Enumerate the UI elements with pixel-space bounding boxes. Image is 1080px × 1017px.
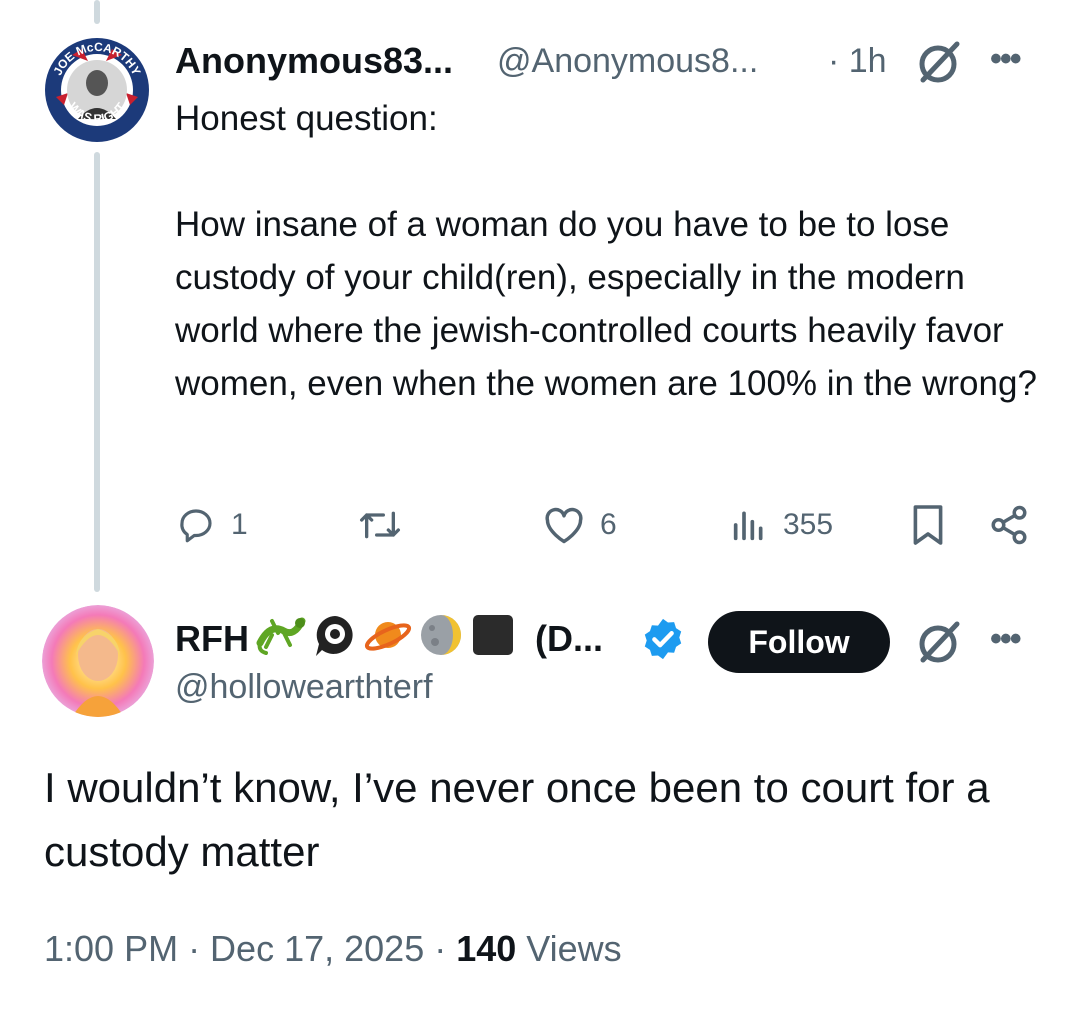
retweet-button[interactable] [356, 500, 404, 550]
reply-button[interactable]: 1 [175, 500, 248, 550]
more-icon[interactable]: ••• [990, 620, 1022, 659]
name-emoji-row [256, 612, 516, 662]
like-button[interactable]: 6 [542, 500, 617, 550]
view-count: 355 [783, 508, 834, 541]
analytics-icon [729, 505, 769, 545]
reply-display-name[interactable]: RFH [175, 618, 249, 660]
thread-line [94, 0, 100, 24]
reply-metadata: 1:00 PM · Dec 17, 2025 · 140 Views [44, 928, 622, 970]
timestamp[interactable]: · 1h [828, 42, 887, 81]
reply-count: 1 [231, 508, 248, 541]
heart-icon [542, 504, 586, 546]
share-button[interactable] [988, 500, 1030, 550]
handle[interactable]: @Anonymous8... [497, 42, 758, 81]
speech-eye-icon [312, 612, 358, 663]
moon-icon [418, 612, 464, 663]
display-name[interactable]: Anonymous83... [175, 40, 453, 82]
reply-handle[interactable]: @hollowearthterf [175, 668, 433, 707]
avatar[interactable] [42, 605, 154, 717]
grok-icon[interactable] [915, 40, 965, 86]
like-count: 6 [600, 508, 617, 541]
reply-views-count[interactable]: 140 [456, 928, 516, 969]
ringed-planet-icon [364, 613, 412, 662]
thread-connector [94, 152, 100, 592]
reply-views-label: Views [516, 928, 622, 969]
tweet-body: How insane of a woman do you have to be … [175, 205, 1037, 403]
reply-body: I wouldn’t know, I’ve never once been to… [44, 764, 990, 875]
bookmark-button[interactable] [910, 500, 946, 550]
verified-badge-icon[interactable] [640, 616, 686, 662]
reply-name-suffix[interactable]: (D... [535, 618, 603, 660]
bookmark-icon [910, 503, 946, 547]
comment-icon [175, 504, 217, 546]
share-icon [988, 504, 1030, 546]
views-button[interactable]: 355 [729, 500, 833, 550]
black-square-icon [470, 612, 516, 663]
avatar[interactable]: JOE McCARTHY WAS RIGHT [42, 35, 152, 145]
tweet-intro: Honest question: [175, 99, 438, 138]
reply-timestamp[interactable]: 1:00 PM · Dec 17, 2025 · [44, 928, 456, 969]
grok-icon[interactable] [915, 620, 965, 666]
lizard-icon [256, 613, 306, 662]
more-icon[interactable]: ••• [990, 40, 1022, 79]
follow-button[interactable]: Follow [708, 611, 890, 673]
retweet-icon [356, 505, 404, 545]
